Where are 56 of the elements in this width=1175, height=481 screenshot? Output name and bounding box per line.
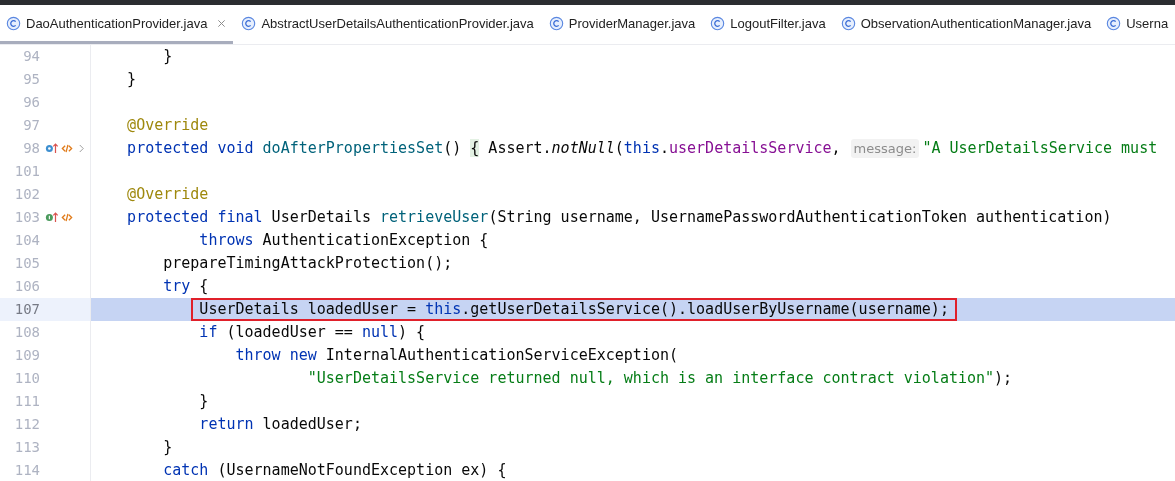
code-text: @Override [126, 115, 209, 136]
code-text: "A UserDetailsService must [922, 138, 1158, 159]
override-arrow-icon[interactable] [45, 142, 59, 155]
code-tag-icon[interactable] [60, 211, 74, 224]
line-number: 95 [22, 70, 40, 89]
line-number: 106 [13, 277, 40, 296]
line-number: 103 [13, 208, 40, 227]
code-text: throws AuthenticationException { [198, 230, 489, 251]
implement-arrow-icon[interactable] [45, 211, 59, 224]
editor-tab[interactable]: Userna [1100, 5, 1175, 44]
editor-tab[interactable]: ProviderManager.java [542, 5, 703, 44]
class-icon [6, 15, 21, 31]
line-number: 104 [13, 231, 40, 250]
class-icon [548, 15, 564, 31]
line-number: 101 [13, 162, 40, 181]
line-number: 102 [13, 185, 40, 204]
line-number: 112 [13, 415, 40, 434]
code-text: } [126, 69, 137, 90]
parameter-hint: message: [850, 139, 920, 158]
line-number: 109 [13, 346, 40, 365]
close-icon[interactable] [217, 18, 227, 28]
class-icon [241, 15, 257, 31]
line-number: 96 [22, 93, 40, 112]
editor-tab[interactable]: ObservationAuthenticationManager.java [834, 5, 1099, 44]
line-number: 98 [22, 139, 40, 158]
class-icon [840, 15, 856, 31]
code-tag-icon[interactable] [60, 142, 74, 155]
line-number: 105 [13, 254, 40, 273]
editor-tab[interactable]: AbstractUserDetailsAuthenticationProvider.java [235, 5, 541, 44]
code-text: prepareTimingAttackProtection(); [162, 253, 453, 274]
line-number: 108 [13, 323, 40, 342]
chevron-icon[interactable] [78, 142, 85, 155]
code-text: return loadedUser; [198, 414, 362, 435]
code-text: try { [162, 276, 209, 297]
code-text: } [162, 46, 173, 67]
line-number: 97 [22, 116, 40, 135]
class-icon [710, 15, 726, 31]
line-number: 113 [13, 438, 40, 457]
code-text: catch (UsernameNotFoundException ex) { [162, 460, 507, 481]
line-number: 111 [13, 392, 40, 411]
code-text: } [198, 391, 209, 412]
code-text: UserDetails loadedUser = this.getUserDetailsService().loadUserByUsername(username); [199, 299, 949, 320]
line-number: 114 [13, 461, 40, 480]
line-number: 110 [13, 369, 40, 388]
line-number: 107 [13, 300, 40, 319]
editor-tab[interactable]: DaoAuthenticationProvider.java [0, 5, 234, 44]
code-text: "UserDetailsService returned null, which is an interface contract violation"); [306, 368, 1013, 389]
code-text: if (loadedUser == null) { [198, 322, 426, 343]
line-number: 94 [22, 47, 40, 66]
code-text: @Override [126, 184, 209, 205]
editor-tab[interactable]: LogoutFilter.java [704, 5, 833, 44]
code-text: protected void doAfterPropertiesSet() { Assert.notNull(this.userDetailsService, [126, 138, 841, 159]
code-text: throw new InternalAuthenticationServiceException( [234, 345, 678, 366]
class-icon [1106, 15, 1122, 31]
code-text: } [162, 437, 173, 458]
code-text: protected final UserDetails retrieveUser(String username, UsernamePasswordAuthenticationToken authentication) [126, 207, 1112, 228]
